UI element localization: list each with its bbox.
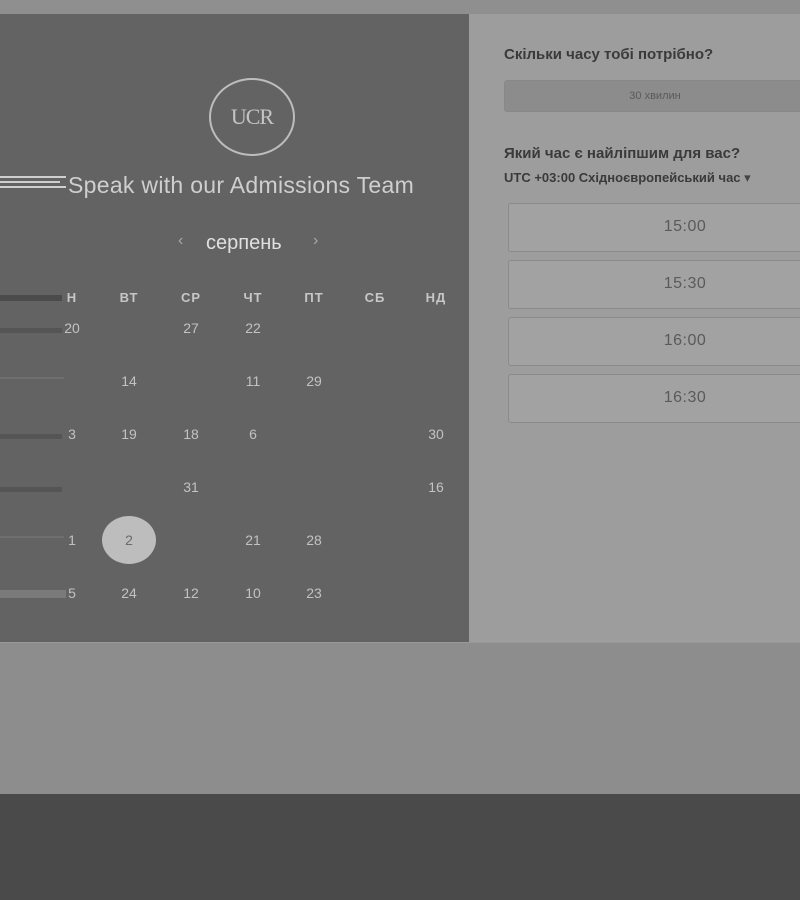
duration-select[interactable]: 30 хвилин [504,80,800,112]
duration-value: 30 хвилин [629,90,681,102]
time-slot-label: 15:00 [663,218,707,235]
weekday-label: Н [66,290,78,305]
time-slot-label: 16:30 [663,389,707,406]
duration-question: Скільки часу тобі потрібно? [504,46,714,63]
calendar-day[interactable]: 11 [233,373,273,389]
page-footer [0,794,800,900]
calendar-day[interactable]: 12 [171,585,211,601]
weekday-label: СР [180,290,202,305]
calendar-week: 3 19 18 6 30 [0,420,469,450]
time-slot-button[interactable]: 15:30 [508,260,800,309]
calendar-day[interactable]: 18 [171,426,211,442]
logo-text: UCR [230,104,274,129]
calendar-week: 14 11 29 [0,367,469,397]
weekday-label: НД [425,290,447,305]
calendar-week: 31 16 [0,473,469,503]
weekday-header: Н ВТ СР ЧТ ПТ СБ НД [0,290,469,308]
calendar-day[interactable]: 24 [109,585,149,601]
timezone-name: Східноєвропейський час [578,170,741,185]
calendar-day[interactable]: 19 [109,426,149,442]
calendar-day[interactable]: 31 [171,479,211,495]
page-background [0,642,800,795]
weekday-label: СБ [364,290,386,305]
time-slot-button[interactable]: 16:30 [508,374,800,423]
calendar-day[interactable]: 10 [233,585,273,601]
month-navigation: ‹ серпень › [0,230,469,260]
time-question: Який час є найліпшим для вас? [504,145,741,162]
chevron-down-icon: ▾ [744,170,751,185]
calendar-day[interactable]: 21 [233,532,273,548]
chevron-right-icon[interactable]: › [313,232,318,250]
time-slot-button[interactable]: 15:00 [508,203,800,252]
weekday-label: ЧТ [243,290,263,305]
calendar-day[interactable]: 30 [416,426,456,442]
time-slot-label: 16:00 [663,332,707,349]
title-stripes-decoration [0,175,68,195]
month-label: серпень [206,232,282,254]
top-strip [0,0,800,14]
time-slot-button[interactable]: 16:00 [508,317,800,366]
chevron-left-icon[interactable]: ‹ [178,232,183,250]
time-slot-label: 15:30 [663,275,707,292]
calendar-week: 20 27 22 [0,314,469,344]
calendar-day[interactable]: 1 [52,532,92,548]
calendar-day[interactable]: 14 [109,373,149,389]
page-title: Speak with our Admissions Team [68,172,415,198]
ucr-logo: UCR [209,78,295,156]
calendar-day[interactable]: 28 [294,532,334,548]
calendar-day[interactable]: 23 [294,585,334,601]
row-bar-decoration [0,377,64,379]
calendar-day[interactable]: 5 [52,585,92,601]
weekday-label: ПТ [304,290,324,305]
weekday-label: ВТ [119,290,139,305]
row-bar-decoration [0,487,62,492]
calendar-week: 1 2 21 28 [0,516,469,564]
calendar-day-selected[interactable]: 2 [102,516,156,564]
timezone-select[interactable]: UTC +03:00 Східноєвропейський час ▾ [504,170,751,186]
calendar-day[interactable]: 22 [233,320,273,336]
calendar-day[interactable]: 20 [52,320,92,336]
calendar-day[interactable]: 3 [52,426,92,442]
calendar-day[interactable]: 16 [416,479,456,495]
scheduler-panel: UCR Speak with our Admissions Team ‹ сер… [0,14,469,642]
timezone-offset: UTC +03:00 [504,170,576,185]
calendar-day[interactable]: 6 [233,426,273,442]
calendar-day[interactable]: 27 [171,320,211,336]
calendar-day[interactable]: 29 [294,373,334,389]
booking-panel: Скільки часу тобі потрібно? 30 хвилин Як… [469,14,800,642]
calendar-week: 5 24 12 10 23 [0,579,469,609]
